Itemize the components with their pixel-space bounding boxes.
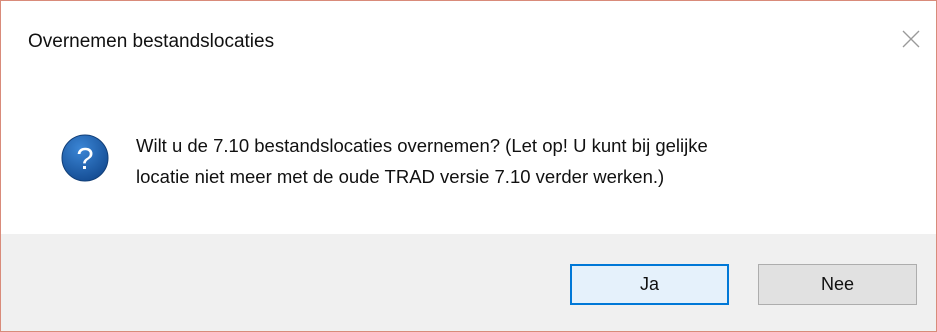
title-bar: Overnemen bestandslocaties <box>1 1 936 79</box>
dialog-message: Wilt u de 7.10 bestandslocaties overneme… <box>136 130 906 192</box>
close-button[interactable] <box>886 15 936 65</box>
message-line-1: Wilt u de 7.10 bestandslocaties overneme… <box>136 135 708 156</box>
no-button[interactable]: Nee <box>758 264 917 305</box>
svg-text:?: ? <box>76 141 93 176</box>
dialog-title: Overnemen bestandslocaties <box>28 31 275 52</box>
close-icon <box>902 30 920 48</box>
yes-button[interactable]: Ja <box>570 264 729 305</box>
message-line-2: locatie niet meer met de oude TRAD versi… <box>136 166 665 187</box>
dialog-content: ? Wilt u de 7.10 bestandslocaties overne… <box>1 79 936 234</box>
button-bar: Ja Nee <box>1 234 936 331</box>
message-dialog: Overnemen bestandslocaties ? Wilt u de 7… <box>0 0 937 332</box>
question-icon: ? <box>61 134 109 182</box>
